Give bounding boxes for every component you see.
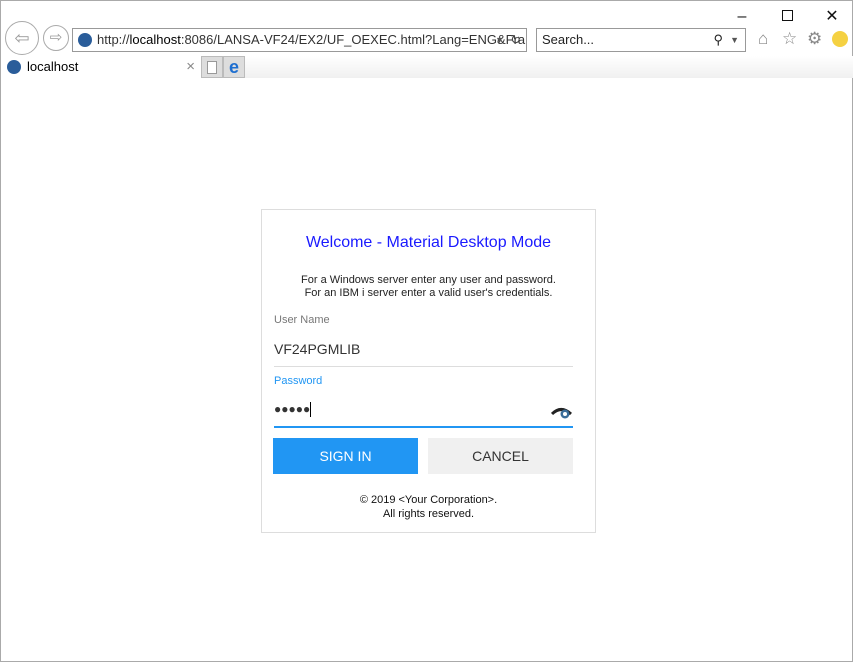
forward-button[interactable]: ⇨	[43, 25, 69, 51]
globe-icon	[78, 33, 92, 47]
username-label: User Name	[274, 314, 330, 326]
copyright-footer: © 2019 <Your Corporation>. All rights re…	[359, 494, 498, 520]
address-bar[interactable]: http://localhost:8086/LANSA-VF24/EX2/UF_…	[72, 28, 527, 52]
favorites-icon[interactable]: ☆	[782, 29, 797, 49]
maximize-button[interactable]	[777, 7, 797, 27]
refresh-icon[interactable]: ↻	[510, 29, 521, 51]
login-intro: For a Windows server enter any user and …	[301, 274, 556, 299]
new-tab-button[interactable]	[201, 56, 223, 78]
show-password-eye-icon[interactable]	[550, 406, 573, 419]
search-input[interactable]: Search... ⚲ ▼	[536, 28, 746, 52]
login-title: Welcome - Material Desktop Mode	[305, 234, 552, 251]
username-underline	[274, 366, 573, 367]
password-underline	[274, 426, 573, 428]
gear-icon[interactable]: ⚙	[807, 29, 822, 49]
cancel-button[interactable]: CANCEL	[428, 438, 573, 474]
tab-close-button[interactable]: ×	[186, 56, 195, 78]
close-window-button[interactable]: ✕	[822, 7, 842, 27]
password-input[interactable]: ●●●●●	[274, 402, 312, 418]
home-icon[interactable]: ⌂	[758, 29, 768, 49]
tab-localhost[interactable]: localhost ×	[1, 56, 201, 78]
search-icon[interactable]: ⚲	[713, 29, 723, 51]
sign-in-button[interactable]: SIGN IN	[273, 438, 418, 474]
smiley-icon[interactable]	[832, 31, 848, 47]
globe-icon	[7, 60, 21, 74]
login-card: Welcome - Material Desktop Mode For a Wi…	[261, 209, 596, 533]
minimize-button[interactable]: –	[732, 7, 752, 27]
back-button[interactable]: ⇦	[5, 21, 39, 55]
edge-icon[interactable]: e	[223, 56, 245, 78]
password-label: Password	[274, 375, 323, 387]
dropdown-icon[interactable]: ▼	[495, 29, 504, 51]
dropdown-icon[interactable]: ▼	[730, 29, 739, 51]
username-input[interactable]: VF24PGMLIB	[274, 341, 360, 357]
